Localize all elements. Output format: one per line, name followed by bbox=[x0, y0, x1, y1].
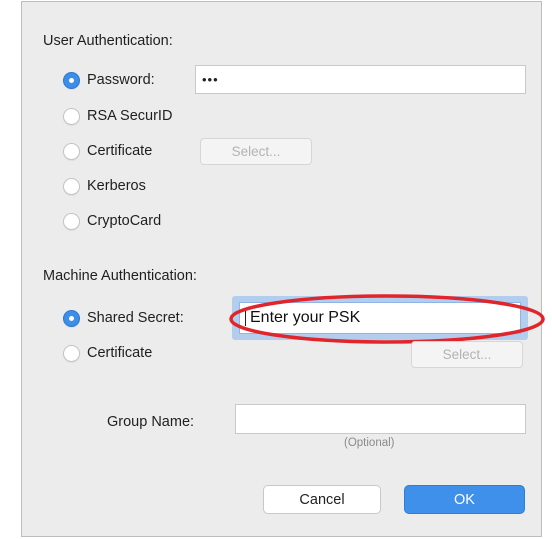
radio-user-certificate-indicator[interactable] bbox=[63, 142, 80, 160]
radio-password-label: Password: bbox=[87, 72, 155, 88]
radio-machine-certificate[interactable]: Certificate bbox=[63, 340, 152, 366]
machine-certificate-select-button[interactable]: Select... bbox=[411, 341, 523, 368]
shared-secret-field[interactable]: Enter your PSK bbox=[239, 302, 521, 334]
text-caret bbox=[245, 310, 246, 326]
radio-machine-certificate-label: Certificate bbox=[87, 345, 153, 361]
radio-rsa-securid[interactable]: RSA SecurID bbox=[63, 103, 172, 129]
shared-secret-field-focus-ring[interactable]: Enter your PSK bbox=[232, 296, 528, 340]
shared-secret-value: Enter your PSK bbox=[250, 309, 361, 326]
radio-password[interactable]: Password: bbox=[63, 67, 155, 93]
radio-rsa-securid-label: RSA SecurID bbox=[87, 108, 173, 124]
user-certificate-select-button[interactable]: Select... bbox=[200, 138, 312, 165]
radio-cryptocard-label: CryptoCard bbox=[87, 213, 162, 229]
radio-kerberos[interactable]: Kerberos bbox=[63, 173, 146, 199]
radio-shared-secret-indicator[interactable] bbox=[63, 309, 80, 327]
radio-shared-secret[interactable]: Shared Secret: bbox=[63, 305, 184, 331]
group-name-field[interactable] bbox=[235, 404, 526, 434]
user-authentication-heading: User Authentication: bbox=[43, 33, 173, 49]
radio-kerberos-label: Kerberos bbox=[87, 178, 146, 194]
radio-kerberos-indicator[interactable] bbox=[63, 177, 80, 195]
password-value: ••• bbox=[202, 72, 219, 87]
cancel-button[interactable]: Cancel bbox=[263, 485, 381, 514]
radio-user-certificate-label: Certificate bbox=[87, 143, 153, 159]
machine-authentication-heading: Machine Authentication: bbox=[43, 268, 197, 284]
radio-cryptocard[interactable]: CryptoCard bbox=[63, 208, 161, 234]
radio-password-indicator[interactable] bbox=[63, 71, 80, 89]
radio-rsa-securid-indicator[interactable] bbox=[63, 107, 80, 125]
password-field[interactable]: ••• bbox=[195, 65, 526, 94]
ok-button[interactable]: OK bbox=[404, 485, 525, 514]
radio-user-certificate[interactable]: Certificate bbox=[63, 138, 152, 164]
radio-machine-certificate-indicator[interactable] bbox=[63, 344, 80, 362]
group-name-optional-hint: (Optional) bbox=[344, 437, 395, 449]
radio-cryptocard-indicator[interactable] bbox=[63, 212, 80, 230]
group-name-label: Group Name: bbox=[107, 414, 195, 430]
radio-shared-secret-label: Shared Secret: bbox=[87, 310, 184, 326]
